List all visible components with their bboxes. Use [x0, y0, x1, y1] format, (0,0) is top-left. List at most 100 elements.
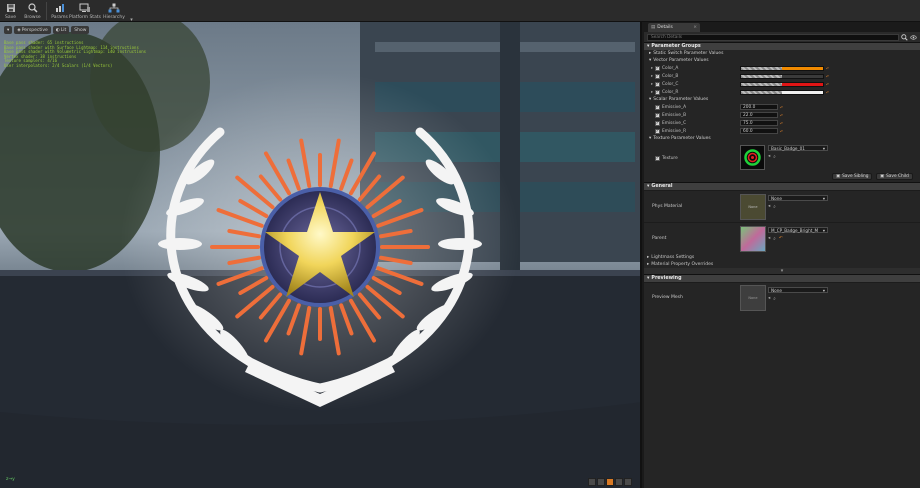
- perspective-button[interactable]: ◈ Perspective: [14, 26, 51, 34]
- show-button[interactable]: Show: [71, 26, 90, 34]
- reset-icon[interactable]: ↶: [779, 236, 783, 242]
- details-tabbar: ▤ Details ×: [644, 22, 920, 32]
- phys-material-dropdown[interactable]: None ▾: [768, 195, 828, 201]
- material-property-overrides[interactable]: ▸ Material Property Overrides: [644, 261, 920, 268]
- chevron-down-icon: ▾: [822, 287, 825, 293]
- save-icon: [5, 2, 17, 13]
- browse-icon[interactable]: ⌕: [773, 296, 776, 302]
- chevron-down-icon: ▾: [7, 27, 10, 33]
- chevron-down-icon: ▾: [647, 184, 650, 189]
- arrow-left-icon[interactable]: ◂: [768, 296, 770, 302]
- color-swatch[interactable]: [740, 73, 824, 79]
- color-swatch[interactable]: [740, 65, 824, 71]
- search-input[interactable]: Search Details: [647, 33, 899, 41]
- param-enable-checkbox[interactable]: ✓: [655, 128, 660, 134]
- plane-preview-icon[interactable]: [606, 478, 614, 486]
- cube-preview-icon[interactable]: [615, 478, 623, 486]
- save-button[interactable]: Save: [0, 0, 21, 22]
- browse-icon[interactable]: ⌕: [773, 204, 776, 210]
- details-panel: ▤ Details × Search Details ▾ Parameter G…: [644, 22, 920, 488]
- texture-thumbnail[interactable]: [740, 145, 765, 170]
- arrow-left-icon[interactable]: ◂: [768, 204, 770, 210]
- chevron-down-icon: ▾: [780, 268, 784, 274]
- scalar-param-name: Emissive_A: [662, 104, 687, 110]
- save-sibling-button[interactable]: ▣ Save Sibling: [832, 173, 873, 180]
- arrow-left-icon[interactable]: ◂: [768, 154, 770, 160]
- lighting-mode-button[interactable]: ◐ Lit: [52, 26, 70, 34]
- scalar-param-name: Emissive_B: [662, 112, 687, 118]
- previewing-header[interactable]: ▾ Previewing: [644, 274, 920, 282]
- preview-mesh-dropdown[interactable]: None ▾: [768, 287, 828, 293]
- preview-mesh-thumbnail[interactable]: None: [740, 285, 766, 311]
- mesh-preview-icon[interactable]: [624, 478, 632, 486]
- cylinder-preview-icon[interactable]: [588, 478, 596, 486]
- vector-param-name: Color_B: [662, 73, 679, 79]
- vector-param-name: Color_C: [662, 81, 679, 87]
- parameter-groups-header[interactable]: ▾ Parameter Groups: [644, 42, 920, 50]
- reset-icon[interactable]: ↶: [780, 129, 783, 134]
- reset-icon[interactable]: ↶: [826, 66, 829, 71]
- chevron-right-icon[interactable]: ▸: [651, 66, 653, 71]
- parent-thumbnail[interactable]: [740, 226, 766, 252]
- chevron-right-icon[interactable]: ▸: [651, 90, 653, 95]
- chevron-down-icon: ▾: [647, 44, 650, 49]
- tab-details[interactable]: ▤ Details ×: [648, 23, 700, 32]
- chevron-right-icon[interactable]: ▸: [651, 74, 653, 79]
- search-row: Search Details: [644, 32, 920, 42]
- phys-material-thumbnail[interactable]: None: [740, 194, 766, 220]
- scalar-group[interactable]: ▾ Scalar Parameter Values: [644, 96, 920, 103]
- chevron-right-icon[interactable]: ▸: [651, 82, 653, 87]
- texture-enable-checkbox[interactable]: ✓: [655, 155, 660, 161]
- reset-icon[interactable]: ↶: [780, 113, 783, 118]
- scalar-value-input[interactable]: 75.0: [740, 120, 778, 126]
- scalar-value-input[interactable]: 22.0: [740, 112, 778, 118]
- viewport-menu-button[interactable]: ▾: [4, 26, 13, 34]
- reset-icon[interactable]: ↶: [780, 105, 783, 110]
- browse-button[interactable]: Browse: [22, 0, 43, 22]
- parent-row: Parent M_CP_Badge_Bright_M ▾ ◂ ⌕ ↶: [644, 222, 920, 254]
- toolbar-divider: [46, 2, 47, 20]
- params-icon: [54, 2, 66, 13]
- parent-dropdown[interactable]: M_CP_Badge_Bright_M ▾: [768, 227, 828, 233]
- color-swatch[interactable]: [740, 81, 824, 87]
- static-switch-group[interactable]: ▸ Static Switch Parameter Values: [644, 50, 920, 57]
- param-enable-checkbox[interactable]: ✓: [655, 112, 660, 118]
- param-enable-checkbox[interactable]: ✓: [655, 65, 660, 71]
- reset-icon[interactable]: ↶: [826, 74, 829, 79]
- reset-icon[interactable]: ↶: [826, 90, 829, 95]
- scalar-value-input[interactable]: 60.0: [740, 128, 778, 134]
- preview-viewport[interactable]: ▾ ◈ Perspective ◐ Lit Show Base pass shade…: [0, 22, 642, 488]
- param-enable-checkbox[interactable]: ✓: [655, 89, 660, 95]
- param-enable-checkbox[interactable]: ✓: [655, 104, 660, 110]
- chevron-right-icon: ▸: [649, 51, 652, 56]
- reset-icon[interactable]: ↶: [780, 121, 783, 126]
- main-toolbar: Save Browse Params Platform Stats Hierar…: [0, 0, 920, 23]
- sphere-preview-icon[interactable]: [597, 478, 605, 486]
- param-enable-checkbox[interactable]: ✓: [655, 73, 660, 79]
- chevron-down-icon: ▾: [822, 195, 825, 201]
- param-enable-checkbox[interactable]: ✓: [655, 81, 660, 87]
- close-icon[interactable]: ×: [693, 25, 697, 30]
- save-icon: ▣: [836, 174, 841, 179]
- save-child-button[interactable]: ▣ Save Child: [876, 173, 913, 180]
- vector-param-row: ▸ ✓ Color_B ↶: [644, 72, 920, 80]
- general-header[interactable]: ▾ General: [644, 182, 920, 190]
- arrow-left-icon[interactable]: ◂: [768, 236, 770, 242]
- browse-icon[interactable]: ⌕: [773, 236, 776, 242]
- hierarchy-button[interactable]: Hierarchy: [100, 0, 128, 22]
- reset-icon[interactable]: ↶: [826, 82, 829, 87]
- platform-stats-button[interactable]: Platform Stats: [69, 0, 101, 22]
- eye-icon[interactable]: [910, 34, 917, 41]
- params-button[interactable]: Params: [49, 0, 70, 22]
- scalar-value-input[interactable]: 200.0: [740, 104, 778, 110]
- color-swatch[interactable]: [740, 89, 824, 95]
- texture-dropdown[interactable]: Basic_Badge_01 ▾: [768, 145, 828, 151]
- vector-group[interactable]: ▾ Vector Parameter Values: [644, 57, 920, 64]
- lightmass-settings[interactable]: ▸ Lightmass Settings: [644, 254, 920, 261]
- lit-icon: ◐: [55, 27, 60, 33]
- browse-icon[interactable]: ⌕: [773, 154, 776, 160]
- texture-group[interactable]: ▾ Texture Parameter Values: [644, 135, 920, 142]
- platform-stats-icon: [79, 2, 91, 13]
- param-enable-checkbox[interactable]: ✓: [655, 120, 660, 126]
- browse-icon: [27, 2, 39, 13]
